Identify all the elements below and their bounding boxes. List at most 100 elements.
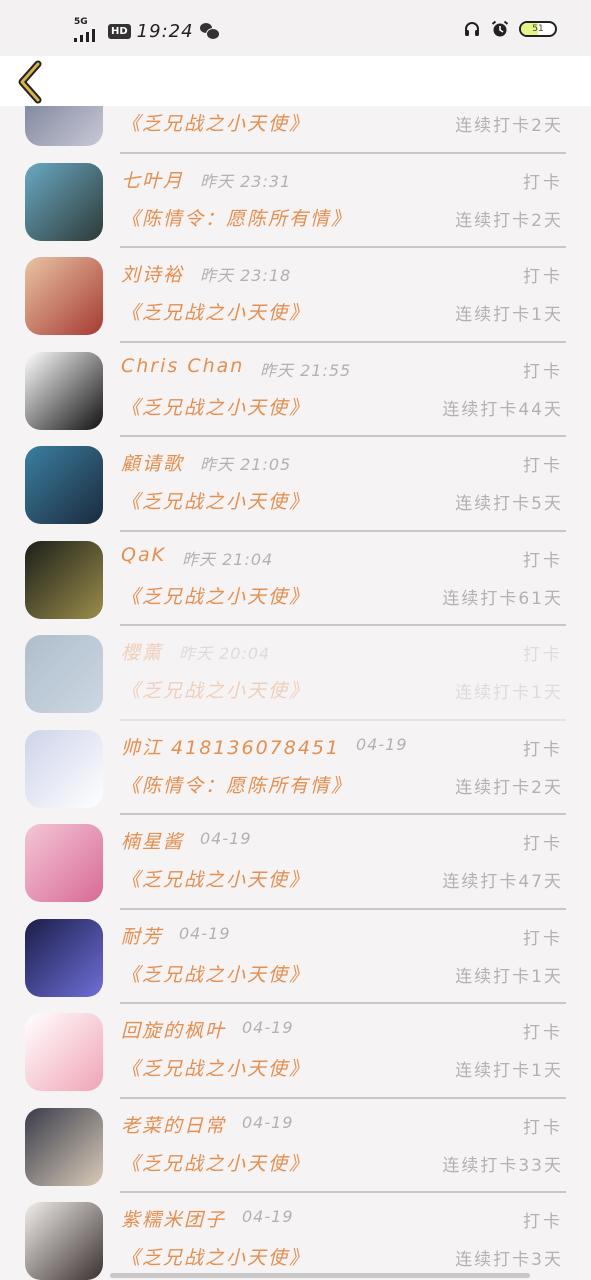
chevron-left-icon[interactable] bbox=[14, 60, 50, 104]
streak-label: 连续打卡3天 bbox=[455, 1250, 563, 1270]
home-indicator bbox=[110, 1273, 530, 1278]
streak-label: 连续打卡1天 bbox=[455, 966, 563, 987]
checkin-label: 打卡 bbox=[523, 645, 563, 665]
list-item[interactable]: 老菜的日常 04-19 打卡《乏兄战之小天使》 连续打卡33天 bbox=[0, 1099, 591, 1193]
list-item[interactable]: 七叶月 昨天 23:31 打卡《陈情令：愿陈所有情》 连续打卡2天 bbox=[0, 154, 591, 248]
book-title[interactable]: 《乏兄战之小天使》 bbox=[121, 298, 310, 325]
user-name[interactable]: 刘诗裕 bbox=[121, 260, 184, 287]
book-title[interactable]: 《陈情令：愿陈所有情》 bbox=[121, 204, 352, 231]
checkin-time: 昨天 21:04 bbox=[182, 549, 274, 569]
status-left: 5G HD 19:24 bbox=[74, 17, 220, 42]
wechat-icon bbox=[199, 23, 220, 40]
list-item[interactable]: 櫻薰 昨天 20:04 打卡 《乏兄战之小天使》 连续打卡1天 bbox=[0, 626, 591, 721]
checkin-time: 04-19 bbox=[242, 1018, 294, 1037]
list-item[interactable]: 紫糯米团子 04-19 打卡《乏兄战之小天使》 连续打卡3天 bbox=[0, 1193, 591, 1280]
list-item[interactable]: 帅江 418136078451 04-19 打卡《陈情令：愿陈所有情》 连续打卡2天 bbox=[0, 721, 591, 815]
user-name[interactable]: 耐芳 bbox=[121, 922, 163, 949]
status-bar: 5G HD 19:24 51 bbox=[0, 0, 591, 56]
user-name[interactable]: Chris Chan bbox=[121, 355, 244, 377]
checkin-time: 昨天 21:05 bbox=[200, 455, 292, 474]
list-item[interactable]: 《乏兄战之小天使》 连续打卡2天 bbox=[0, 106, 591, 154]
avatar[interactable] bbox=[25, 824, 103, 902]
avatar[interactable] bbox=[25, 635, 103, 713]
checkin-label: 打卡 bbox=[523, 361, 563, 382]
status-time: 19:24 bbox=[136, 20, 194, 42]
avatar[interactable] bbox=[25, 918, 103, 997]
checkin-label: 打卡 bbox=[523, 739, 563, 760]
book-title[interactable]: 《乏兄战之小天使》 bbox=[121, 487, 310, 514]
checkin-label: 打卡 bbox=[523, 1117, 563, 1138]
top-bar bbox=[0, 56, 591, 106]
book-title[interactable]: 《乏兄战之小天使》 bbox=[121, 109, 310, 136]
user-name[interactable]: 老菜的日常 bbox=[121, 1111, 226, 1138]
battery-level: 51 bbox=[532, 24, 544, 34]
avatar[interactable] bbox=[25, 106, 103, 146]
book-title[interactable]: 《乏兄战之小天使》 bbox=[121, 676, 310, 703]
avatar[interactable] bbox=[25, 162, 103, 241]
checkin-label: 打卡 bbox=[523, 456, 563, 476]
list-item[interactable]: Chris Chan 昨天 21:55 打卡《乏兄战之小天使》 连续打卡44天 bbox=[0, 343, 591, 437]
checkin-time: 昨天 21:55 bbox=[260, 360, 352, 380]
avatar[interactable] bbox=[25, 540, 103, 619]
streak-label: 连续打卡1天 bbox=[455, 1061, 563, 1081]
book-title[interactable]: 《乏兄战之小天使》 bbox=[121, 865, 310, 892]
network-label: 5G bbox=[74, 17, 88, 27]
streak-label: 连续打卡33天 bbox=[442, 1155, 563, 1176]
list-item[interactable]: 耐芳 04-19 打卡《乏兄战之小天使》 连续打卡1天 bbox=[0, 910, 591, 1004]
battery-icon: 51 bbox=[519, 21, 557, 37]
checkin-time: 04-19 bbox=[356, 734, 408, 754]
user-name[interactable]: 楠星酱 bbox=[121, 827, 184, 854]
list-item[interactable]: QaK 昨天 21:04 打卡《乏兄战之小天使》 连续打卡61天 bbox=[0, 532, 591, 626]
list-item[interactable]: 顧请歌 昨天 21:05 打卡《乏兄战之小天使》 连续打卡5天 bbox=[0, 437, 591, 532]
user-name[interactable]: 帅江 418136078451 bbox=[121, 733, 340, 760]
streak-label: 连续打卡5天 bbox=[455, 494, 563, 514]
checkin-label: 打卡 bbox=[523, 834, 563, 854]
avatar[interactable] bbox=[25, 1013, 103, 1091]
user-name[interactable]: 七叶月 bbox=[121, 166, 184, 193]
alarm-icon bbox=[491, 20, 509, 37]
checkin-label: 打卡 bbox=[523, 550, 563, 571]
user-name[interactable]: 回旋的枫叶 bbox=[121, 1016, 226, 1043]
book-title[interactable]: 《乏兄战之小天使》 bbox=[121, 960, 310, 987]
streak-label: 连续打卡2天 bbox=[455, 210, 563, 231]
streak-label: 连续打卡61天 bbox=[442, 588, 563, 609]
list-item[interactable]: 刘诗裕 昨天 23:18 打卡 《乏兄战之小天使》 连续打卡1天 bbox=[0, 248, 591, 343]
streak-label: 连续打卡2天 bbox=[455, 116, 563, 136]
book-title[interactable]: 《乏兄战之小天使》 bbox=[121, 1243, 310, 1270]
list-item[interactable]: 回旋的枫叶 04-19 打卡《乏兄战之小天使》 连续打卡1天 bbox=[0, 1004, 591, 1099]
avatar[interactable] bbox=[25, 1107, 103, 1186]
avatar[interactable] bbox=[25, 729, 103, 808]
checkin-list: 《乏兄战之小天使》 连续打卡2天 七叶月 昨天 23:31 打卡 《陈情令：愿陈所有情》连… bbox=[0, 106, 591, 1280]
checkin-label: 打卡 bbox=[523, 172, 563, 193]
checkin-label: 打卡 bbox=[523, 1023, 563, 1043]
avatar[interactable] bbox=[25, 351, 103, 430]
hd-badge: HD bbox=[108, 23, 131, 39]
book-title[interactable]: 《乏兄战之小天使》 bbox=[121, 582, 310, 609]
streak-label: 连续打卡47天 bbox=[442, 872, 563, 892]
avatar[interactable] bbox=[25, 257, 103, 335]
checkin-time: 04-19 bbox=[242, 1207, 294, 1226]
checkin-time: 昨天 23:18 bbox=[200, 266, 292, 285]
avatar[interactable] bbox=[25, 1202, 103, 1280]
checkin-label: 打卡 bbox=[523, 928, 563, 949]
book-title[interactable]: 《乏兄战之小天使》 bbox=[121, 1054, 310, 1081]
book-title[interactable]: 《乏兄战之小天使》 bbox=[121, 1149, 310, 1176]
user-name[interactable]: 紫糯米团子 bbox=[121, 1205, 226, 1232]
checkin-time: 04-19 bbox=[242, 1112, 294, 1132]
checkin-label: 打卡 bbox=[523, 267, 563, 287]
avatar[interactable] bbox=[25, 446, 103, 524]
streak-label: 连续打卡44天 bbox=[442, 399, 563, 420]
user-name[interactable]: QaK bbox=[121, 544, 166, 566]
checkin-label: 打卡 bbox=[523, 1212, 563, 1232]
book-title[interactable]: 《陈情令：愿陈所有情》 bbox=[121, 771, 352, 798]
headphones-icon bbox=[465, 22, 479, 36]
checkin-time: 04-19 bbox=[179, 923, 231, 943]
status-right: 51 bbox=[463, 20, 557, 38]
list-item[interactable]: 楠星酱 04-19 打卡《乏兄战之小天使》 连续打卡47天 bbox=[0, 815, 591, 910]
checkin-time: 04-19 bbox=[200, 829, 252, 848]
user-name[interactable]: 櫻薰 bbox=[121, 638, 163, 665]
checkin-time: 昨天 23:31 bbox=[200, 171, 292, 191]
book-title[interactable]: 《乏兄战之小天使》 bbox=[121, 393, 310, 420]
streak-label: 连续打卡2天 bbox=[455, 777, 563, 798]
user-name[interactable]: 顧请歌 bbox=[121, 449, 184, 476]
